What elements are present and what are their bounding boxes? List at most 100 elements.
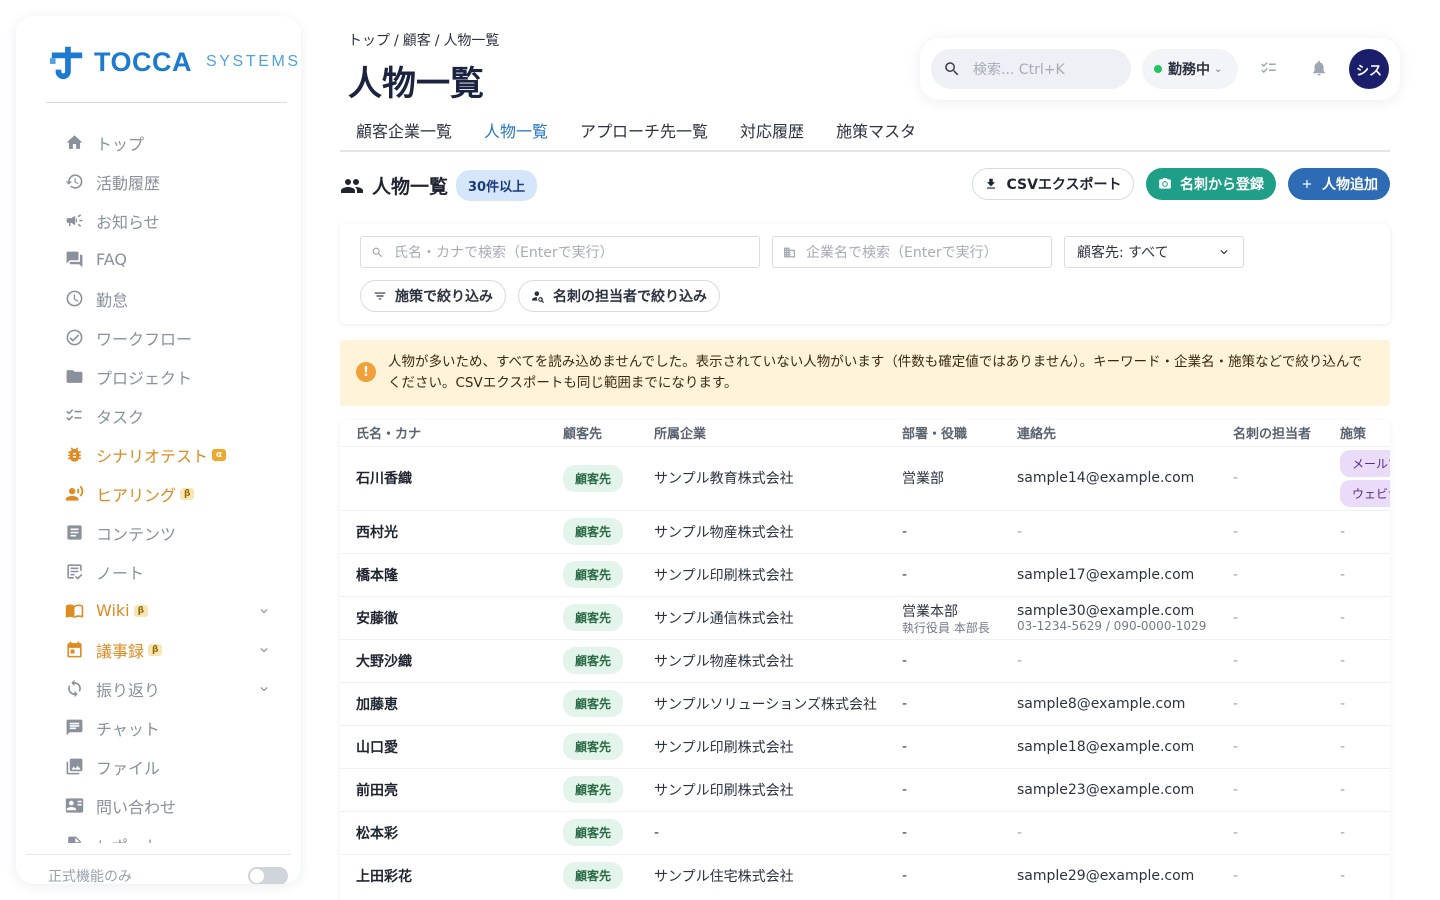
sidebar-item[interactable]: ノート bbox=[16, 552, 301, 591]
chevron-down-icon[interactable] bbox=[257, 681, 271, 695]
csv-export-button[interactable]: CSVエクスポート bbox=[972, 168, 1134, 200]
person-name[interactable]: 山口愛 bbox=[340, 724, 547, 768]
company-cell[interactable]: サンプル印刷株式会社 bbox=[638, 724, 886, 768]
calendar-icon bbox=[64, 640, 84, 660]
person-name[interactable]: 大野沙織 bbox=[340, 638, 547, 682]
sidebar-item[interactable]: タスク bbox=[16, 396, 301, 435]
bell-icon[interactable] bbox=[1310, 59, 1330, 79]
tab-item[interactable]: 人物一覧 bbox=[468, 110, 564, 150]
card-owner-cell: - bbox=[1217, 810, 1324, 854]
name-search-placeholder: 氏名・カナで検索（Enterで実行） bbox=[394, 245, 614, 261]
company-cell[interactable]: サンプル教育株式会社 bbox=[638, 445, 886, 510]
sidebar-item[interactable]: 問い合わせ bbox=[16, 786, 301, 825]
sidebar-item[interactable]: 活動履歴 bbox=[16, 162, 301, 201]
person-name[interactable]: 加藤恵 bbox=[340, 681, 547, 725]
table-row[interactable]: 大野沙織 顧客先 サンプル物産株式会社 - - - - bbox=[340, 638, 1390, 682]
table-row[interactable]: 西村光 顧客先 サンプル物産株式会社 - - - - bbox=[340, 509, 1390, 553]
tab-item[interactable]: 顧客企業一覧 bbox=[340, 110, 468, 150]
sidebar-item[interactable]: トップ bbox=[16, 123, 301, 162]
official-features-toggle[interactable] bbox=[248, 867, 288, 884]
table-row[interactable]: 石川香織 顧客先 サンプル教育株式会社 営業部 sample14@example.com… bbox=[340, 445, 1390, 510]
work-status-dropdown[interactable]: 勤務中 ⌄ bbox=[1142, 49, 1238, 89]
measure-tag[interactable]: ウェビナー bbox=[1340, 479, 1390, 507]
tab-item[interactable]: 施策マスタ bbox=[820, 110, 932, 150]
contact-email[interactable]: sample29@example.com bbox=[1017, 868, 1194, 884]
sidebar-item[interactable]: FAQ bbox=[16, 240, 301, 279]
company-cell[interactable]: サンプル物産株式会社 bbox=[638, 509, 886, 553]
name-search-input[interactable]: 氏名・カナで検索（Enterで実行） bbox=[360, 236, 760, 268]
chevron-down-icon[interactable] bbox=[257, 603, 271, 617]
person-name[interactable]: 松本彩 bbox=[340, 810, 547, 854]
article-icon bbox=[64, 523, 84, 543]
person-name[interactable]: 前田亮 bbox=[340, 767, 547, 811]
register-from-card-button[interactable]: 名刺から登録 bbox=[1146, 168, 1276, 200]
column-header[interactable]: 所属企業 bbox=[638, 420, 886, 446]
column-header[interactable]: 氏名・カナ bbox=[340, 420, 547, 446]
sidebar-item[interactable]: ファイル bbox=[16, 747, 301, 786]
contact-email[interactable]: sample14@example.com bbox=[1017, 470, 1194, 486]
global-search-input[interactable]: 検索... Ctrl+K bbox=[931, 49, 1131, 89]
company-cell[interactable]: サンプルソリューションズ株式会社 bbox=[638, 681, 886, 725]
company-cell[interactable]: サンプル印刷株式会社 bbox=[638, 552, 886, 596]
contact-email[interactable]: sample18@example.com bbox=[1017, 739, 1194, 755]
company-cell[interactable]: サンプル物産株式会社 bbox=[638, 638, 886, 682]
sidebar-item[interactable]: シナリオテスト α bbox=[16, 435, 301, 474]
company-cell[interactable]: サンプル住宅株式会社 bbox=[638, 853, 886, 897]
contact-email[interactable]: sample23@example.com bbox=[1017, 782, 1194, 798]
sidebar-item[interactable]: お知らせ bbox=[16, 201, 301, 240]
column-header[interactable]: 顧客先 bbox=[547, 420, 638, 446]
sidebar-item[interactable]: 振り返り bbox=[16, 669, 301, 708]
column-header[interactable]: 連絡先 bbox=[1001, 420, 1217, 446]
contact-email[interactable]: sample17@example.com bbox=[1017, 567, 1194, 583]
measure-tag[interactable]: メールマガジン bbox=[1340, 449, 1390, 477]
person-name[interactable]: 石川香織 bbox=[340, 445, 547, 510]
table-row[interactable]: 山口愛 顧客先 サンプル印刷株式会社 - sample18@example.com - - bbox=[340, 724, 1390, 768]
sidebar-item[interactable]: 議事録 β bbox=[16, 630, 301, 669]
person-name[interactable]: 安藤徹 bbox=[340, 595, 547, 639]
measures-cell: - bbox=[1324, 724, 1390, 768]
app-logo[interactable]: TOCCA SYSTEMS bbox=[48, 42, 301, 82]
company-cell[interactable]: サンプル通信株式会社 bbox=[638, 595, 886, 639]
person-name[interactable]: 上田彩花 bbox=[340, 853, 547, 897]
chevron-down-icon[interactable] bbox=[257, 642, 271, 656]
company-cell[interactable]: - bbox=[638, 810, 886, 854]
tab-item[interactable]: 対応履歴 bbox=[724, 110, 820, 150]
person-name[interactable]: 西村光 bbox=[340, 509, 547, 553]
sidebar-item[interactable]: ヒアリング β bbox=[16, 474, 301, 513]
company-search-input[interactable]: 企業名で検索（Enterで実行） bbox=[772, 236, 1052, 268]
breadcrumb-item[interactable]: 顧客 bbox=[403, 33, 431, 49]
table-row[interactable]: 松本彩 顧客先 - - - - - bbox=[340, 810, 1390, 854]
table-row[interactable]: 加藤恵 顧客先 サンプルソリューションズ株式会社 - sample8@example.c… bbox=[340, 681, 1390, 725]
contact-email[interactable]: sample30@example.com bbox=[1017, 603, 1194, 619]
sidebar-item[interactable]: チャット bbox=[16, 708, 301, 747]
sidebar-item[interactable]: レポート bbox=[16, 825, 301, 843]
tab-item[interactable]: アプローチ先一覧 bbox=[564, 110, 724, 150]
sidebar-item[interactable]: コンテンツ bbox=[16, 513, 301, 552]
sidebar-item[interactable]: Wiki β bbox=[16, 591, 301, 630]
table-row[interactable]: 安藤徹 顧客先 サンプル通信株式会社 営業本部 執行役員 本部長 sample30@exa… bbox=[340, 595, 1390, 639]
customer-cell: 顧客先 bbox=[547, 445, 638, 510]
measures-text: - bbox=[1340, 523, 1346, 540]
column-header[interactable]: 部署・役職 bbox=[886, 420, 1001, 446]
contact-email[interactable]: sample8@example.com bbox=[1017, 696, 1185, 712]
table-row[interactable]: 前田亮 顧客先 サンプル印刷株式会社 - sample23@example.com - - bbox=[340, 767, 1390, 811]
table-row[interactable]: 橋本隆 顧客先 サンプル印刷株式会社 - sample17@example.com - - bbox=[340, 552, 1390, 596]
sidebar-item[interactable]: ワークフロー bbox=[16, 318, 301, 357]
measures-text: - bbox=[1340, 652, 1346, 669]
measure-filter-chip[interactable]: 施策で絞り込み bbox=[360, 280, 506, 312]
person-name[interactable]: 橋本隆 bbox=[340, 552, 547, 596]
tasks-icon[interactable] bbox=[1260, 59, 1280, 79]
column-header[interactable]: 施策 bbox=[1324, 420, 1390, 446]
sidebar-item[interactable]: プロジェクト bbox=[16, 357, 301, 396]
filter-icon bbox=[374, 292, 386, 300]
company-cell[interactable]: サンプル印刷株式会社 bbox=[638, 767, 886, 811]
sidebar-item[interactable]: 勤怠 bbox=[16, 279, 301, 318]
table-row[interactable]: 上田彩花 顧客先 サンプル住宅株式会社 - sample29@example.com - - bbox=[340, 853, 1390, 897]
customer-select[interactable]: 顧客先: すべて bbox=[1064, 236, 1244, 268]
add-person-button[interactable]: 人物追加 bbox=[1288, 168, 1390, 200]
avatar[interactable]: シス bbox=[1349, 49, 1389, 89]
owner-filter-chip[interactable]: 名刺の担当者で絞り込み bbox=[518, 280, 720, 312]
column-header[interactable]: 名刺の担当者 bbox=[1217, 420, 1324, 446]
breadcrumb-item[interactable]: トップ bbox=[348, 33, 390, 49]
sidebar-item-label: トップ bbox=[96, 134, 145, 154]
